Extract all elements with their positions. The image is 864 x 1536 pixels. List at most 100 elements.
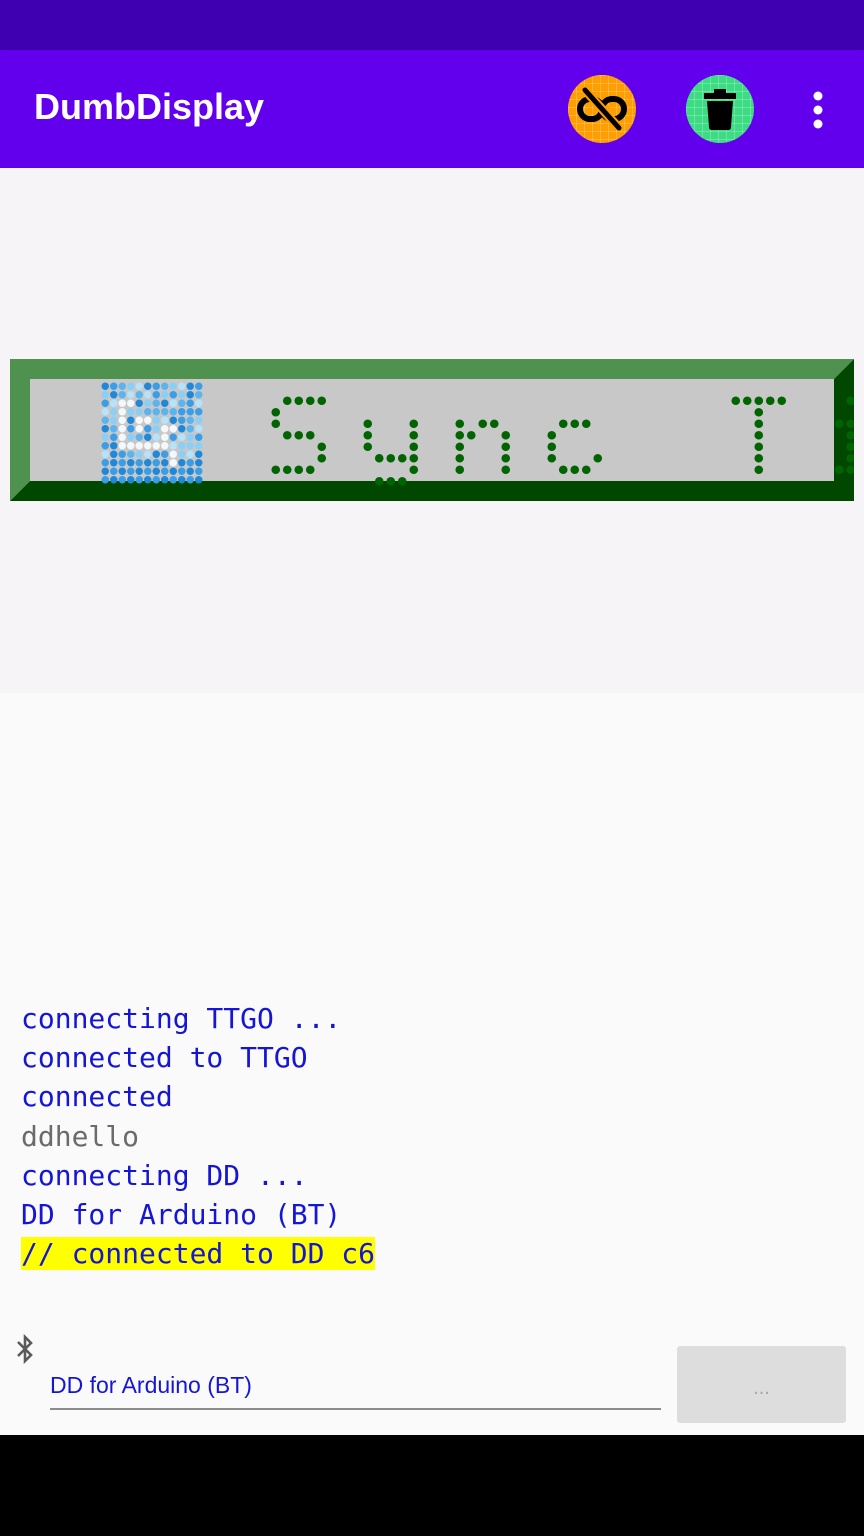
icon-pixel: [169, 433, 177, 441]
lcd-dot: [363, 430, 373, 440]
lcd-dot: [374, 476, 384, 486]
icon-pixel: [161, 450, 169, 458]
lcd-dot: [547, 430, 557, 440]
more-button[interactable]: ...: [677, 1346, 846, 1423]
trash-icon: [704, 89, 736, 130]
icon-pixel: [161, 459, 169, 467]
lcd-dot: [455, 419, 465, 429]
icon-pixel: [169, 382, 177, 390]
icon-pixel: [118, 408, 126, 416]
icon-pixel: [144, 416, 152, 424]
icon-pixel: [144, 442, 152, 450]
icon-pixel: [101, 476, 109, 484]
icon-pixel: [152, 467, 160, 475]
lcd-dot: [501, 430, 511, 440]
icon-pixel: [161, 442, 169, 450]
icon-pixel: [110, 467, 118, 475]
icon-pixel: [118, 467, 126, 475]
icon-pixel: [152, 442, 160, 450]
lcd-dot: [765, 396, 775, 406]
icon-pixel: [169, 476, 177, 484]
lcd-dot: [478, 419, 488, 429]
icon-pixel: [118, 476, 126, 484]
icon-pixel: [186, 416, 194, 424]
icon-pixel: [118, 442, 126, 450]
icon-pixel: [110, 476, 118, 484]
lcd-dot: [282, 465, 292, 475]
device-name-value: DD for Arduino (BT): [50, 1372, 252, 1398]
icon-pixel: [178, 382, 186, 390]
lcd-dot: [409, 442, 419, 452]
lcd-dot: [455, 442, 465, 452]
icon-pixel: [195, 467, 203, 475]
lcd-dot: [547, 453, 557, 463]
icon-pixel: [186, 425, 194, 433]
device-name-field[interactable]: DD for Arduino (BT): [50, 1366, 661, 1410]
app-title: DumbDisplay: [34, 86, 265, 127]
lcd-dot: [317, 442, 327, 452]
lcd-dot: [455, 453, 465, 463]
icon-pixel: [110, 425, 118, 433]
icon-pixel: [135, 450, 143, 458]
log-line: connected: [21, 1080, 173, 1114]
icon-pixel: [178, 450, 186, 458]
lcd-layer[interactable]: [10, 359, 854, 501]
icon-pixel: [161, 408, 169, 416]
display-canvas: [0, 168, 864, 693]
icon-pixel: [186, 433, 194, 441]
icon-pixel: [195, 391, 203, 399]
icon-pixel: [135, 399, 143, 407]
more-vert-icon[interactable]: [800, 88, 836, 132]
icon-pixel: [101, 459, 109, 467]
lcd-dot: [305, 465, 315, 475]
icon-pixel: [101, 425, 109, 433]
lcd-dot: [282, 430, 292, 440]
icon-pixel: [186, 476, 194, 484]
lcd-dot: [754, 407, 764, 417]
icon-pixel: [110, 399, 118, 407]
icon-pixel: [195, 382, 203, 390]
lcd-dot: [501, 453, 511, 463]
icon-pixel: [135, 467, 143, 475]
lcd-dot: [501, 442, 511, 452]
clear-button[interactable]: [686, 75, 754, 143]
icon-pixel: [195, 399, 203, 407]
icon-pixel: [101, 391, 109, 399]
icon-pixel: [195, 433, 203, 441]
icon-pixel: [152, 476, 160, 484]
lcd-dot: [271, 465, 281, 475]
lcd-dot: [317, 453, 327, 463]
icon-pixel: [152, 408, 160, 416]
icon-pixel: [144, 382, 152, 390]
icon-pixel: [101, 399, 109, 407]
icon-pixel: [161, 433, 169, 441]
icon-pixel: [161, 382, 169, 390]
icon-pixel: [135, 476, 143, 484]
lcd-dot: [593, 453, 603, 463]
lcd-dot: [294, 396, 304, 406]
unlink-button[interactable]: [568, 75, 636, 143]
icon-pixel: [178, 476, 186, 484]
icon-pixel: [186, 467, 194, 475]
icon-pixel: [169, 391, 177, 399]
lcd-dot: [386, 476, 396, 486]
icon-pixel: [161, 391, 169, 399]
icon-pixel: [118, 433, 126, 441]
lcd-dot: [547, 442, 557, 452]
icon-pixel: [186, 391, 194, 399]
log-line: connecting TTGO ...: [21, 1002, 342, 1035]
icon-pixel: [118, 416, 126, 424]
lcd-dot: [317, 396, 327, 406]
icon-pixel: [178, 425, 186, 433]
icon-pixel: [144, 476, 152, 484]
lcd-dot: [834, 419, 844, 429]
icon-pixel: [144, 399, 152, 407]
lcd-dot: [754, 419, 764, 429]
icon-pixel: [127, 382, 135, 390]
icon-pixel: [178, 408, 186, 416]
icon-pixel: [152, 425, 160, 433]
lcd-dot: [386, 453, 396, 463]
lcd-dot: [409, 430, 419, 440]
icon-pixel: [135, 416, 143, 424]
icon-pixel: [110, 442, 118, 450]
